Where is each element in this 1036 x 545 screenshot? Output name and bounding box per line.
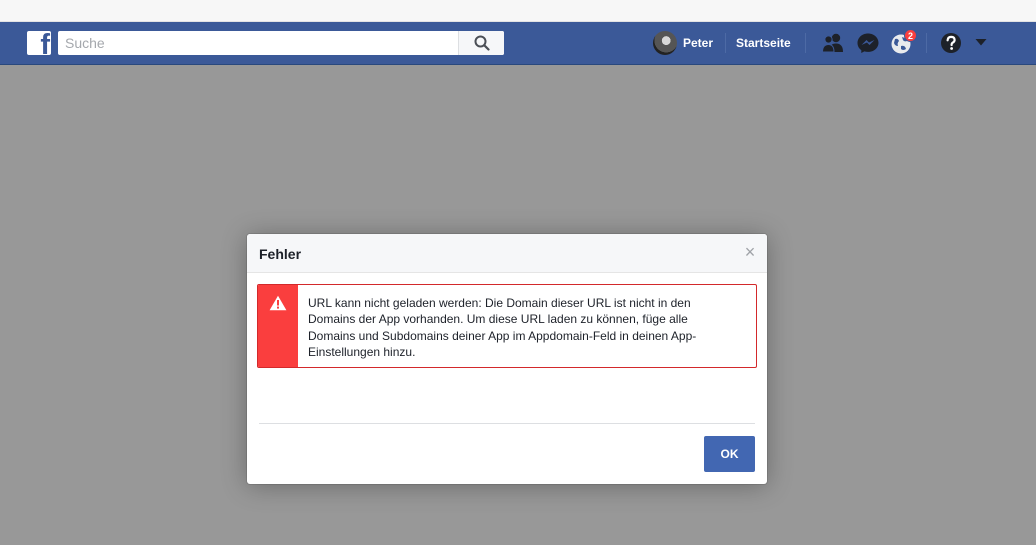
error-dialog: Fehler × URL kann nicht geladen werden: … [247, 234, 767, 484]
browser-top-strip [0, 0, 1036, 22]
search-icon [474, 35, 490, 51]
nav-divider [725, 33, 726, 53]
dialog-header: Fehler × [247, 234, 767, 273]
ok-button[interactable]: OK [704, 436, 755, 472]
avatar[interactable] [653, 31, 677, 55]
search-button[interactable] [458, 31, 504, 55]
facebook-logo[interactable]: f [27, 31, 51, 55]
profile-link[interactable]: Peter [683, 36, 713, 50]
friend-requests-icon[interactable] [821, 32, 845, 54]
close-icon[interactable]: × [742, 243, 758, 261]
notifications-badge: 2 [904, 29, 917, 42]
nav-divider [926, 33, 927, 53]
facebook-top-bar: f Peter Startseite 2 [0, 22, 1036, 65]
dialog-divider [259, 423, 755, 424]
help-icon[interactable] [939, 32, 963, 54]
search-box [58, 31, 504, 55]
home-link[interactable]: Startseite [736, 36, 791, 50]
error-icon-panel [258, 285, 298, 367]
dialog-title: Fehler [259, 246, 302, 262]
error-message: URL kann nicht geladen werden: Die Domai… [308, 296, 697, 359]
messenger-icon[interactable] [856, 32, 880, 54]
warning-icon [269, 295, 287, 311]
search-input[interactable] [58, 31, 458, 55]
nav-divider [805, 33, 806, 53]
error-message-box: URL kann nicht geladen werden: Die Domai… [257, 284, 757, 368]
chevron-down-icon[interactable] [974, 37, 988, 47]
facebook-logo-letter: f [40, 31, 50, 55]
